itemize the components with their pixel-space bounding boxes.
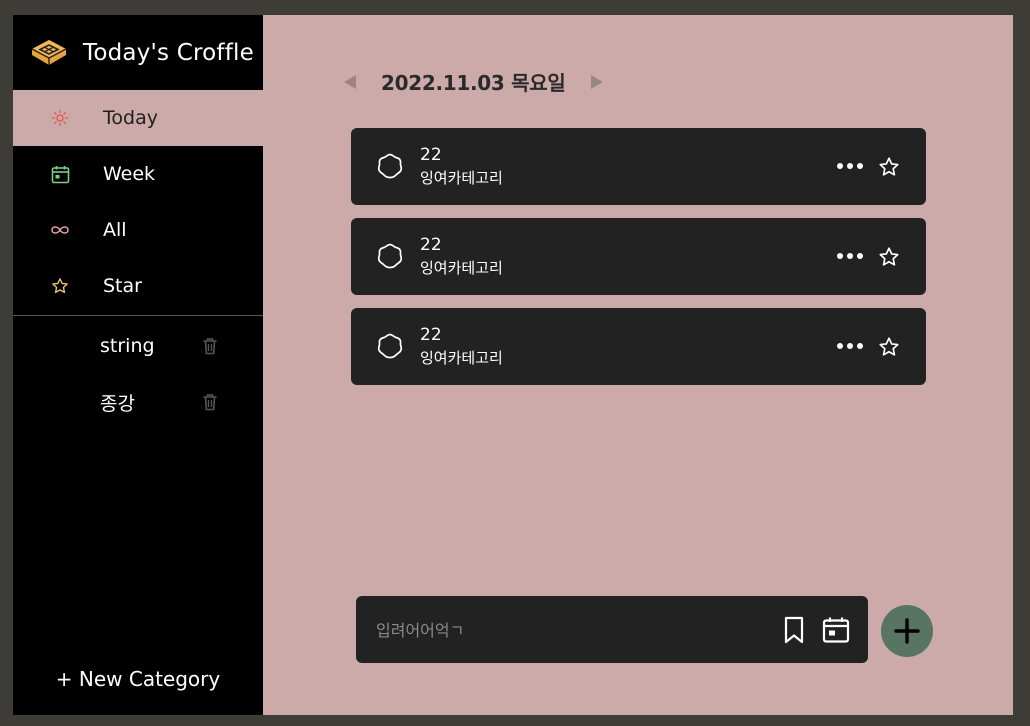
nav-label-star: Star bbox=[103, 275, 142, 297]
nav-label-week: Week bbox=[103, 163, 156, 185]
sun-icon bbox=[50, 108, 70, 128]
todo-item[interactable]: 22 잉여카테고리 bbox=[351, 128, 926, 205]
nav-item-all[interactable]: All bbox=[13, 202, 263, 258]
star-icon[interactable] bbox=[878, 336, 900, 358]
plus-icon bbox=[894, 618, 920, 644]
nav-item-star[interactable]: Star bbox=[13, 258, 263, 314]
nav-item-week[interactable]: Week bbox=[13, 146, 263, 202]
todo-category: 잉여카테고리 bbox=[420, 169, 503, 187]
more-icon[interactable] bbox=[836, 246, 864, 266]
triangle-right-icon[interactable] bbox=[590, 72, 606, 92]
infinity-icon bbox=[50, 220, 70, 240]
star-icon[interactable] bbox=[878, 246, 900, 268]
nav-item-today[interactable]: Today bbox=[13, 90, 263, 146]
current-date: 2022.11.03 목요일 bbox=[381, 71, 566, 95]
todo-item[interactable]: 22 잉여카테고리 bbox=[351, 218, 926, 295]
brand[interactable]: Today's Croffle bbox=[13, 15, 263, 90]
category-label: 종강 bbox=[100, 392, 135, 415]
bookmark-icon[interactable] bbox=[782, 616, 806, 644]
nav-label-all: All bbox=[103, 219, 127, 241]
category-item-jonggang[interactable]: 종강 bbox=[13, 374, 263, 430]
todo-title: 22 bbox=[420, 325, 442, 345]
croffle-icon bbox=[31, 39, 67, 65]
checkbox-flower-icon[interactable] bbox=[376, 332, 404, 360]
calendar-icon[interactable] bbox=[822, 616, 850, 644]
todo-input[interactable] bbox=[376, 616, 756, 644]
main-panel: 2022.11.03 목요일 22 잉여카테고리 22 잉여카테고리 22 잉여… bbox=[263, 15, 1013, 715]
todo-item[interactable]: 22 잉여카테고리 bbox=[351, 308, 926, 385]
new-category-button[interactable]: + New Category bbox=[13, 667, 263, 691]
star-icon bbox=[50, 276, 70, 296]
star-icon[interactable] bbox=[878, 156, 900, 178]
todo-category: 잉여카테고리 bbox=[420, 259, 503, 277]
calendar-week-icon bbox=[50, 164, 70, 184]
date-navigator: 2022.11.03 목요일 bbox=[343, 67, 606, 96]
trash-icon[interactable] bbox=[200, 392, 220, 412]
todo-text: 22 잉여카테고리 bbox=[420, 145, 503, 188]
todo-list: 22 잉여카테고리 22 잉여카테고리 22 잉여카테고리 bbox=[351, 128, 926, 398]
category-label: string bbox=[100, 335, 155, 357]
more-icon[interactable] bbox=[836, 156, 864, 176]
category-item-string[interactable]: string bbox=[13, 318, 263, 374]
trash-icon[interactable] bbox=[200, 336, 220, 356]
todo-input-bar bbox=[356, 596, 868, 663]
todo-category: 잉여카테고리 bbox=[420, 349, 503, 367]
todo-text: 22 잉여카테고리 bbox=[420, 235, 503, 278]
category-list: string 종강 bbox=[13, 318, 263, 430]
checkbox-flower-icon[interactable] bbox=[376, 242, 404, 270]
app-window: Today's Croffle Today Week All Star stri… bbox=[13, 15, 1013, 715]
todo-text: 22 잉여카테고리 bbox=[420, 325, 503, 368]
sidebar: Today's Croffle Today Week All Star stri… bbox=[13, 15, 263, 715]
todo-title: 22 bbox=[420, 145, 442, 165]
sidebar-divider bbox=[13, 315, 263, 316]
todo-title: 22 bbox=[420, 235, 442, 255]
add-todo-button[interactable] bbox=[881, 605, 933, 657]
nav-label-today: Today bbox=[103, 107, 158, 129]
checkbox-flower-icon[interactable] bbox=[376, 152, 404, 180]
brand-title: Today's Croffle bbox=[83, 39, 254, 66]
more-icon[interactable] bbox=[836, 336, 864, 356]
triangle-left-icon[interactable] bbox=[343, 72, 359, 92]
main-nav: Today Week All Star bbox=[13, 90, 263, 314]
